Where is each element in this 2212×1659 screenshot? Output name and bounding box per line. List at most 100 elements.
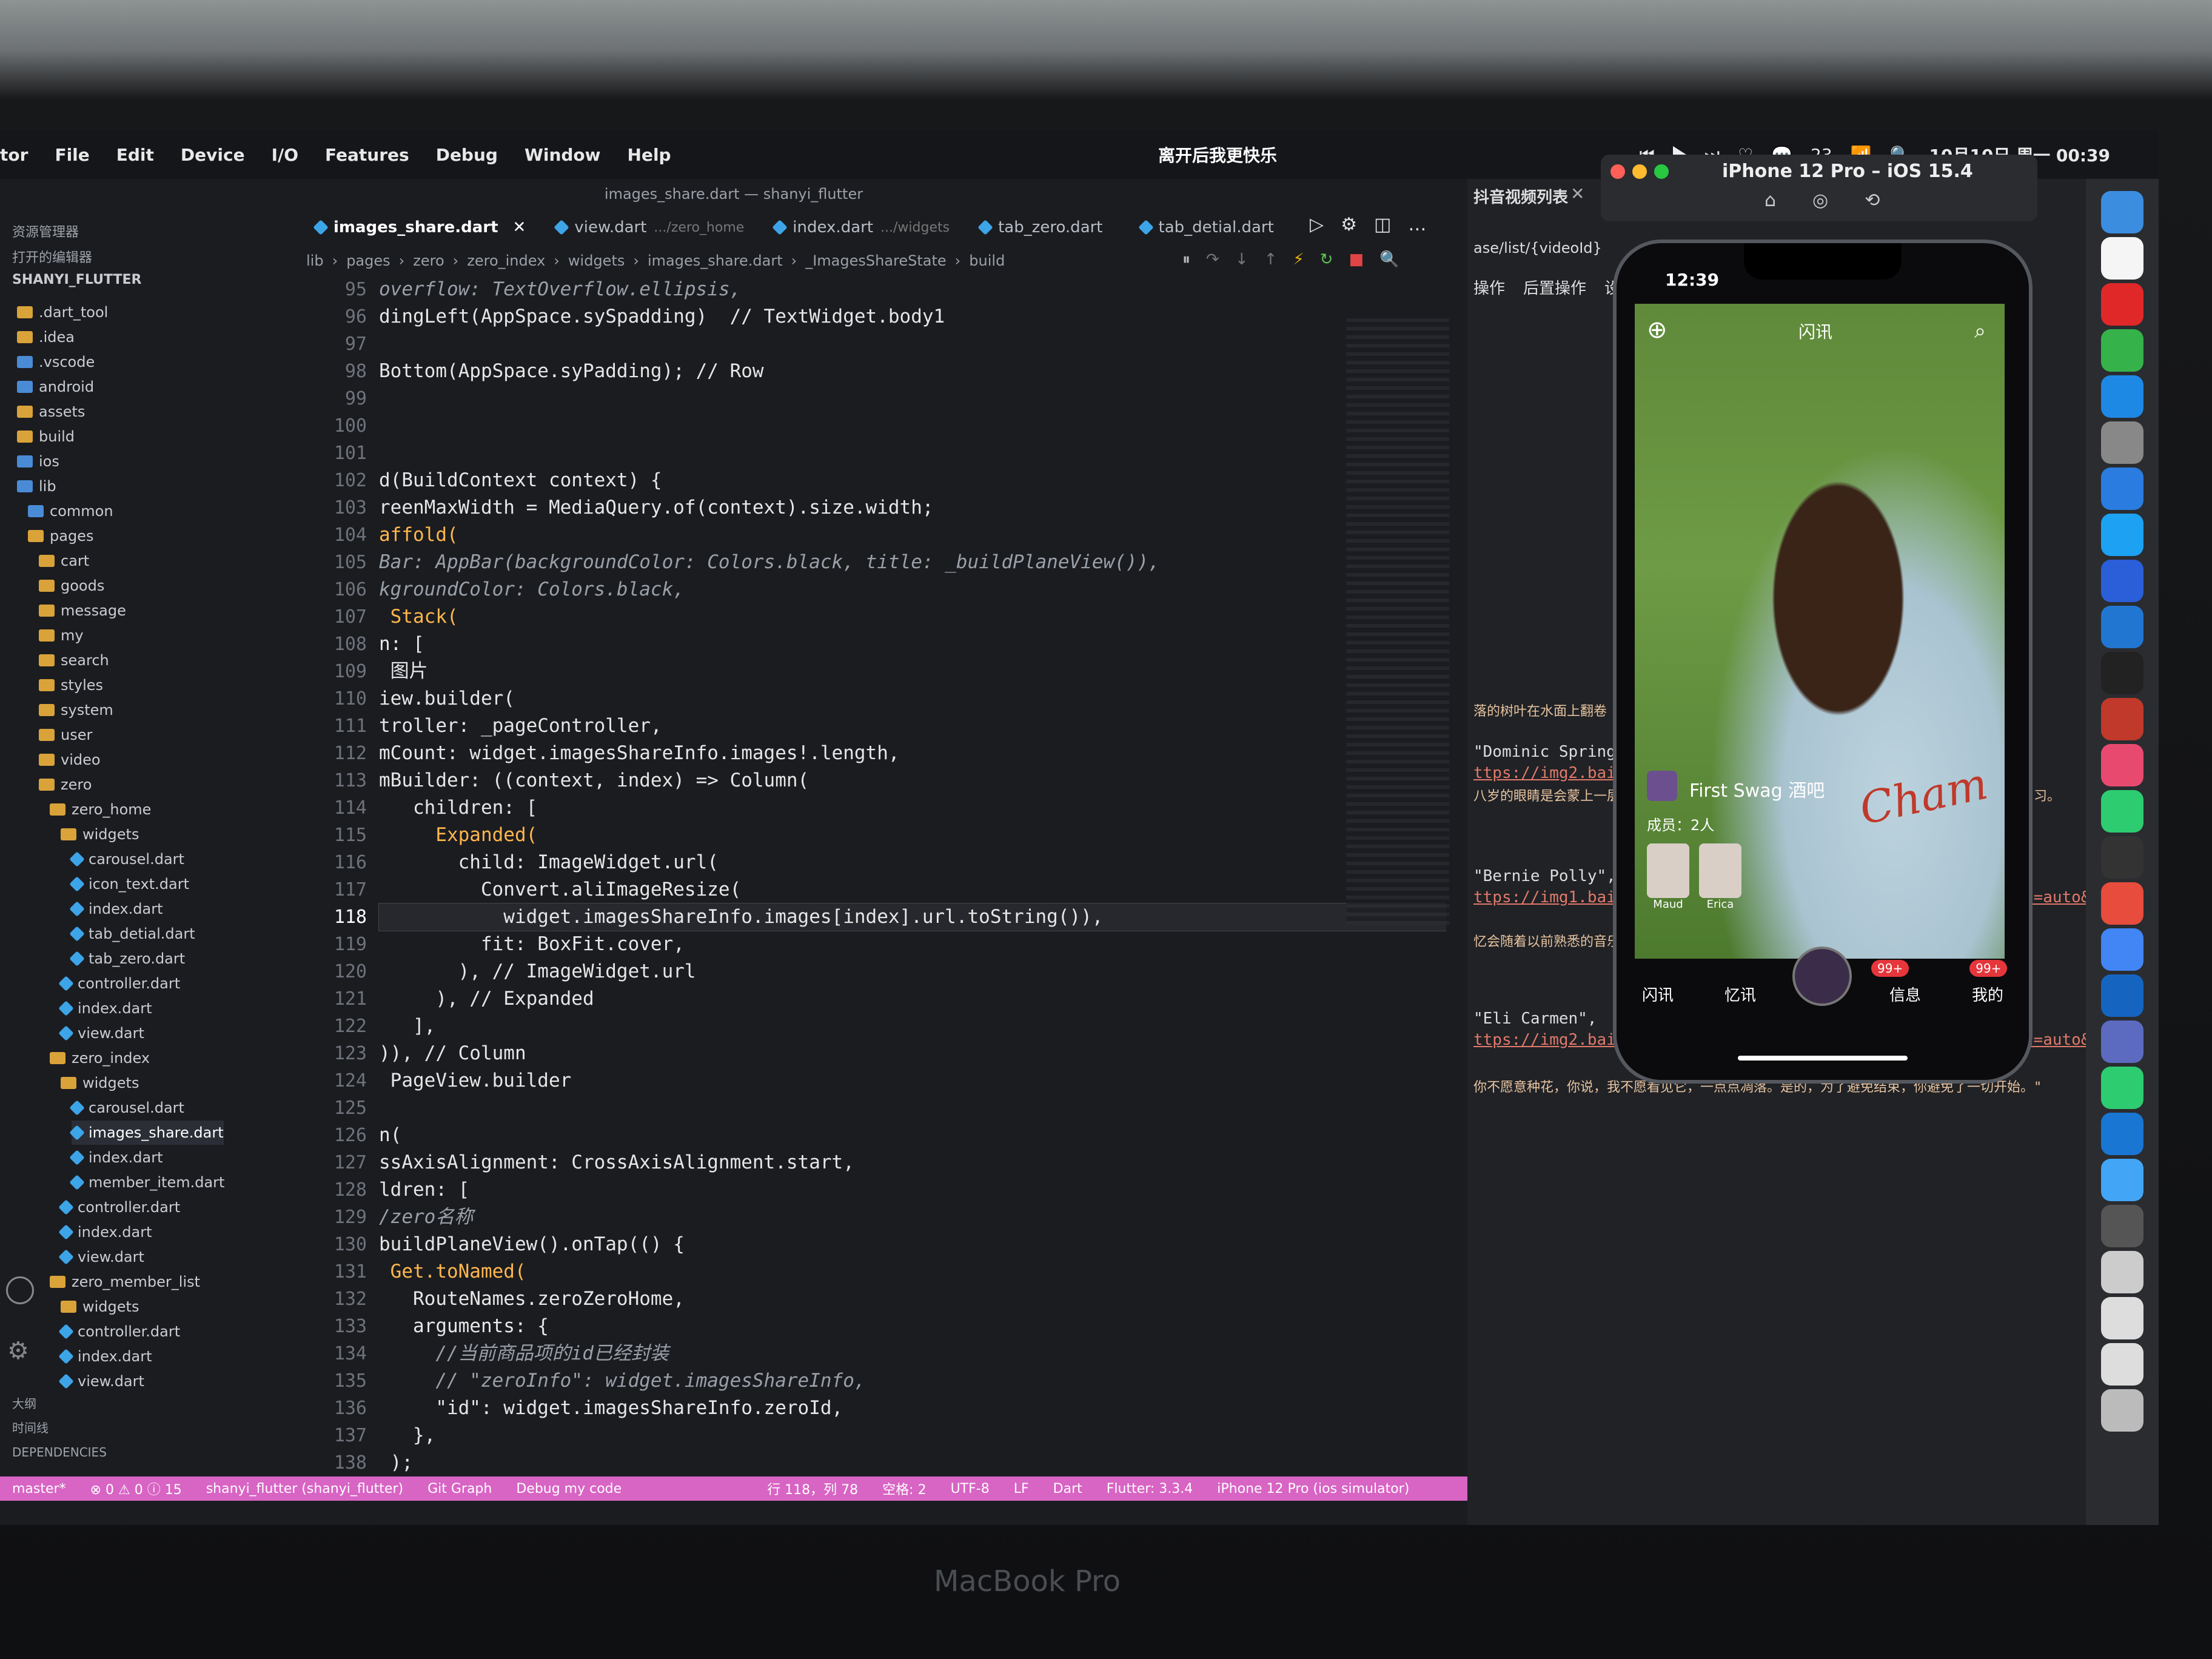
indent[interactable]: 空格: 2: [882, 1479, 926, 1498]
phone-tab[interactable]: 闪讯: [1634, 983, 1682, 1005]
code-line[interactable]: n(: [379, 1122, 1446, 1149]
account-icon[interactable]: [6, 1276, 34, 1304]
code-line[interactable]: affold(: [379, 521, 1446, 549]
code-line[interactable]: 图片: [379, 658, 1446, 685]
dock-app-icon[interactable]: [2101, 698, 2143, 740]
screenshot-icon[interactable]: ◎: [1812, 190, 1828, 211]
eol[interactable]: LF: [1014, 1481, 1029, 1496]
rotate-icon[interactable]: ⟲: [1865, 190, 1880, 211]
close-icon[interactable]: ✕: [513, 218, 526, 236]
tree-item[interactable]: images_share.dart: [69, 1121, 224, 1145]
tree-item[interactable]: carousel.dart: [69, 1096, 184, 1120]
dock-app-icon[interactable]: [2101, 606, 2143, 648]
debug-icon[interactable]: ⚙: [1341, 214, 1357, 235]
device[interactable]: iPhone 12 Pro (ios simulator): [1217, 1481, 1409, 1496]
dock-app-icon[interactable]: [2101, 1297, 2143, 1339]
dock-app-icon[interactable]: [2101, 928, 2143, 971]
dock-app-icon[interactable]: [2101, 237, 2143, 280]
dock-app-icon[interactable]: [2101, 283, 2143, 326]
menu-item-edit[interactable]: Edit: [116, 145, 154, 165]
editor-tab[interactable]: tab_detial.dart: [1138, 218, 1281, 236]
problems[interactable]: ⊗ 0 ⚠ 0 ⓘ 15: [90, 1479, 182, 1498]
dock-app-icon[interactable]: [2101, 514, 2143, 556]
tree-item[interactable]: index.dart: [69, 897, 163, 921]
code-line[interactable]: mBuilder: ((context, index) => Column(: [379, 767, 1446, 794]
code-line[interactable]: n: [: [379, 631, 1446, 658]
tree-item[interactable]: .idea: [17, 325, 75, 349]
code-line[interactable]: child: ImageWidget.url(: [379, 849, 1446, 876]
minimize-window-icon[interactable]: [1632, 164, 1647, 179]
code-line[interactable]: Expanded(: [379, 822, 1446, 849]
tree-item[interactable]: ios: [17, 449, 59, 474]
tree-item[interactable]: zero_index: [50, 1046, 150, 1070]
breadcrumb-item[interactable]: images_share.dart: [648, 252, 783, 269]
tree-item[interactable]: tab_zero.dart: [69, 947, 185, 971]
tree-item[interactable]: pages: [28, 524, 93, 548]
tree-item[interactable]: view.dart: [58, 1021, 144, 1045]
dock-app-icon[interactable]: [2101, 1113, 2143, 1155]
tree-item[interactable]: search: [39, 648, 109, 672]
breadcrumb-item[interactable]: zero_index: [467, 252, 545, 269]
editor-tab[interactable]: index.dart .../widgets: [772, 218, 950, 236]
stop-icon[interactable]: ■: [1349, 250, 1364, 269]
code-line[interactable]: ldren: [: [379, 1176, 1446, 1204]
code-line[interactable]: Stack(: [379, 603, 1446, 631]
code-line[interactable]: [379, 385, 1446, 412]
dock-app-icon[interactable]: [2101, 421, 2143, 464]
tree-item[interactable]: message: [39, 598, 126, 623]
sidebar-section[interactable]: 大纲: [12, 1392, 107, 1416]
split-icon[interactable]: ◫: [1374, 214, 1391, 235]
breadcrumb-item[interactable]: pages: [346, 252, 390, 269]
dock-app-icon[interactable]: [2101, 1021, 2143, 1063]
dock-app-icon[interactable]: [2101, 329, 2143, 372]
tree-item[interactable]: controller.dart: [58, 1319, 180, 1344]
cursor-position[interactable]: 行 118，列 78: [767, 1479, 858, 1498]
tree-item[interactable]: lib: [17, 474, 56, 498]
code-line[interactable]: buildPlaneView().onTap(() {: [379, 1231, 1446, 1258]
tree-item[interactable]: goods: [39, 574, 104, 598]
language[interactable]: Dart: [1053, 1481, 1082, 1496]
code-line[interactable]: troller: _pageController,: [379, 712, 1446, 740]
flutter-version[interactable]: Flutter: 3.3.4: [1107, 1481, 1193, 1496]
tree-item[interactable]: common: [28, 499, 113, 523]
git-graph[interactable]: Git Graph: [427, 1481, 492, 1496]
code-line[interactable]: fit: BoxFit.cover,: [379, 931, 1446, 958]
code-line[interactable]: //当前商品项的id已经封装: [379, 1340, 1446, 1367]
code-line[interactable]: /zero名称: [379, 1204, 1446, 1231]
code-line[interactable]: dingLeft(AppSpace.sySpadding) // TextWid…: [379, 303, 1446, 330]
code-line[interactable]: arguments: {: [379, 1313, 1446, 1340]
tree-item[interactable]: index.dart: [58, 1344, 152, 1369]
restart-icon[interactable]: ↻: [1320, 250, 1333, 269]
dock-app-icon[interactable]: [2101, 191, 2143, 233]
tree-item[interactable]: zero_member_list: [50, 1270, 200, 1294]
dock-app-icon[interactable]: [2101, 375, 2143, 418]
dock-app-icon[interactable]: [2101, 974, 2143, 1017]
home-icon[interactable]: ⌂: [1765, 190, 1776, 211]
tree-item[interactable]: styles: [39, 673, 103, 697]
dock-app-icon[interactable]: [2101, 652, 2143, 694]
open-editors[interactable]: 打开的编辑器: [12, 247, 92, 266]
dock-app-icon[interactable]: [2101, 882, 2143, 925]
dock-app-icon[interactable]: [2101, 836, 2143, 879]
dock-app-icon[interactable]: [2101, 1067, 2143, 1109]
pause-icon[interactable]: ⏸: [1182, 250, 1190, 269]
tree-item[interactable]: assets: [17, 400, 85, 424]
code-line[interactable]: Bottom(AppSpace.syPadding); // Row: [379, 358, 1446, 385]
code-line[interactable]: d(BuildContext context) {: [379, 467, 1446, 494]
code-line[interactable]: [379, 412, 1446, 440]
close-window-icon[interactable]: [1610, 164, 1625, 179]
center-action-button[interactable]: [1792, 947, 1852, 1006]
dock-app-icon[interactable]: [2101, 560, 2143, 602]
project-root[interactable]: SHANYI_FLUTTER: [12, 272, 141, 287]
editor-tab[interactable]: images_share.dart ✕: [313, 218, 526, 236]
code-line[interactable]: children: [: [379, 794, 1446, 822]
dock-app-icon[interactable]: [2101, 1251, 2143, 1293]
tree-item[interactable]: .vscode: [17, 350, 95, 374]
menu-item-debug[interactable]: Debug: [436, 145, 498, 165]
sidebar-section[interactable]: 时间线: [12, 1416, 107, 1440]
search-icon[interactable]: ⌕: [1974, 319, 1986, 343]
menu-item-help[interactable]: Help: [628, 145, 671, 165]
tree-item[interactable]: controller.dart: [58, 1195, 180, 1219]
code-line[interactable]: RouteNames.zeroZeroHome,: [379, 1285, 1446, 1313]
api-path[interactable]: ase/list/{videoId}: [1473, 240, 1602, 256]
